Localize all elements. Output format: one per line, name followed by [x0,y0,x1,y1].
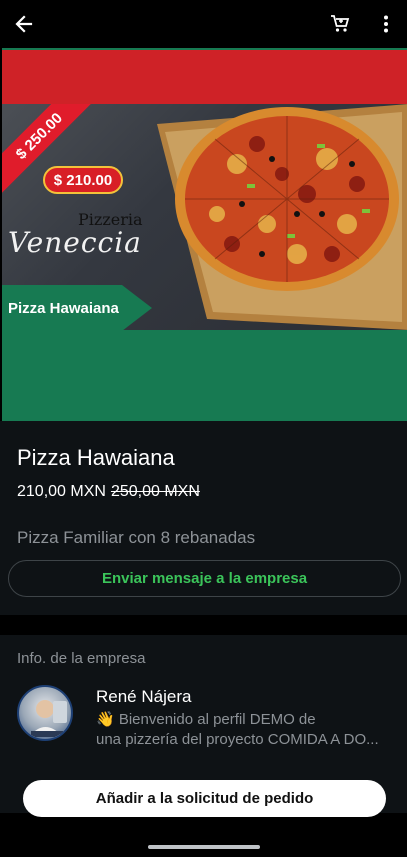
company-info-header: Info. de la empresa [17,650,146,667]
bio-line: 👋 Bienvenido al perfil DEMO de [96,711,316,728]
price-row: 210,00 MXN 250,00 MXN [17,483,200,501]
product-name-flag: Pizza Hawaiana [2,285,152,330]
banner-green-band [2,330,407,421]
company-bio: 👋 Bienvenido al perfil DEMO de una pizze… [96,710,386,750]
pizza-illustration [157,104,407,330]
bio-line: una pizzería del proyecto COMIDA A DO... [96,731,379,748]
product-banner-image: $ 250.00 $ 210.00 Pizzeria Veneccia Pizz… [2,48,407,421]
company-avatar[interactable] [17,685,73,741]
app-bar [0,0,407,48]
more-vertical-icon[interactable] [372,10,400,38]
company-info-section: Info. de la empresa René Nájera 👋 Bienve… [0,635,407,817]
arrow-left-icon[interactable] [10,10,38,38]
sale-price-badge: $ 210.00 [43,166,123,194]
product-title: Pizza Hawaiana [17,445,175,470]
banner-red-band [2,50,407,104]
product-details: Pizza Hawaiana 210,00 MXN 250,00 MXN Pizz… [0,421,407,615]
add-to-order-button[interactable]: Añadir a la solicitud de pedido [23,780,386,817]
old-price: 250,00 MXN [110,483,200,500]
brand-logo-text: Veneccia [8,226,142,259]
company-owner-name[interactable]: René Nájera [96,687,191,707]
section-divider [0,615,407,635]
system-nav-bar [0,838,407,857]
message-company-button[interactable]: Enviar mensaje a la empresa [8,560,401,597]
current-price: 210,00 MXN [17,483,106,500]
home-indicator[interactable] [148,845,260,849]
product-description: Pizza Familiar con 8 rebanadas [17,528,256,547]
pizza-photo: $ 250.00 $ 210.00 Pizzeria Veneccia Pizz… [2,104,407,330]
shopping-cart-icon[interactable] [326,10,354,38]
